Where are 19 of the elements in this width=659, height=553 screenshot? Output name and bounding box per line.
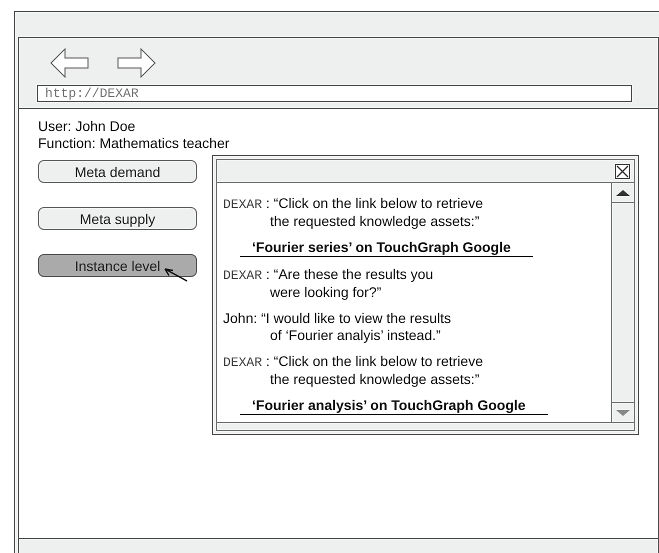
menu-button[interactable]: Meta supply	[38, 207, 197, 230]
close-button[interactable]	[615, 164, 630, 178]
chat-message: John: “I would like to view the results of ‘Fourier analyis’ instead.”	[223, 310, 452, 344]
scrollbar[interactable]	[611, 183, 634, 422]
link[interactable]: ‘Fourier series’ on TouchGraph Google	[240, 239, 533, 257]
link[interactable]: ‘Fourier analysis’ on TouchGraph Google	[240, 397, 548, 415]
menu-button[interactable]: Meta demand	[38, 160, 197, 183]
chat-message: DEXAR : “Click on the link below to retrieve the requested knowledge assets:”	[223, 195, 484, 230]
chat-message: DEXAR : “Click on the link below to retrieve the requested knowledge assets:”	[223, 353, 484, 388]
address-field[interactable]: http://DEXAR	[37, 85, 632, 102]
up-triangle-icon	[616, 189, 630, 197]
pointer-arrow-icon	[163, 267, 188, 282]
menu-button[interactable]: Instance level	[38, 254, 197, 277]
down-triangle-icon	[616, 409, 630, 417]
back-arrow-icon[interactable]	[50, 48, 89, 78]
chat-message: DEXAR : “Are these the results you were looking for?”	[223, 266, 434, 301]
user-function: Function: Mathematics teacher	[38, 135, 230, 152]
user-name: User: John Doe	[38, 118, 136, 135]
forward-arrow-icon[interactable]	[117, 48, 156, 78]
